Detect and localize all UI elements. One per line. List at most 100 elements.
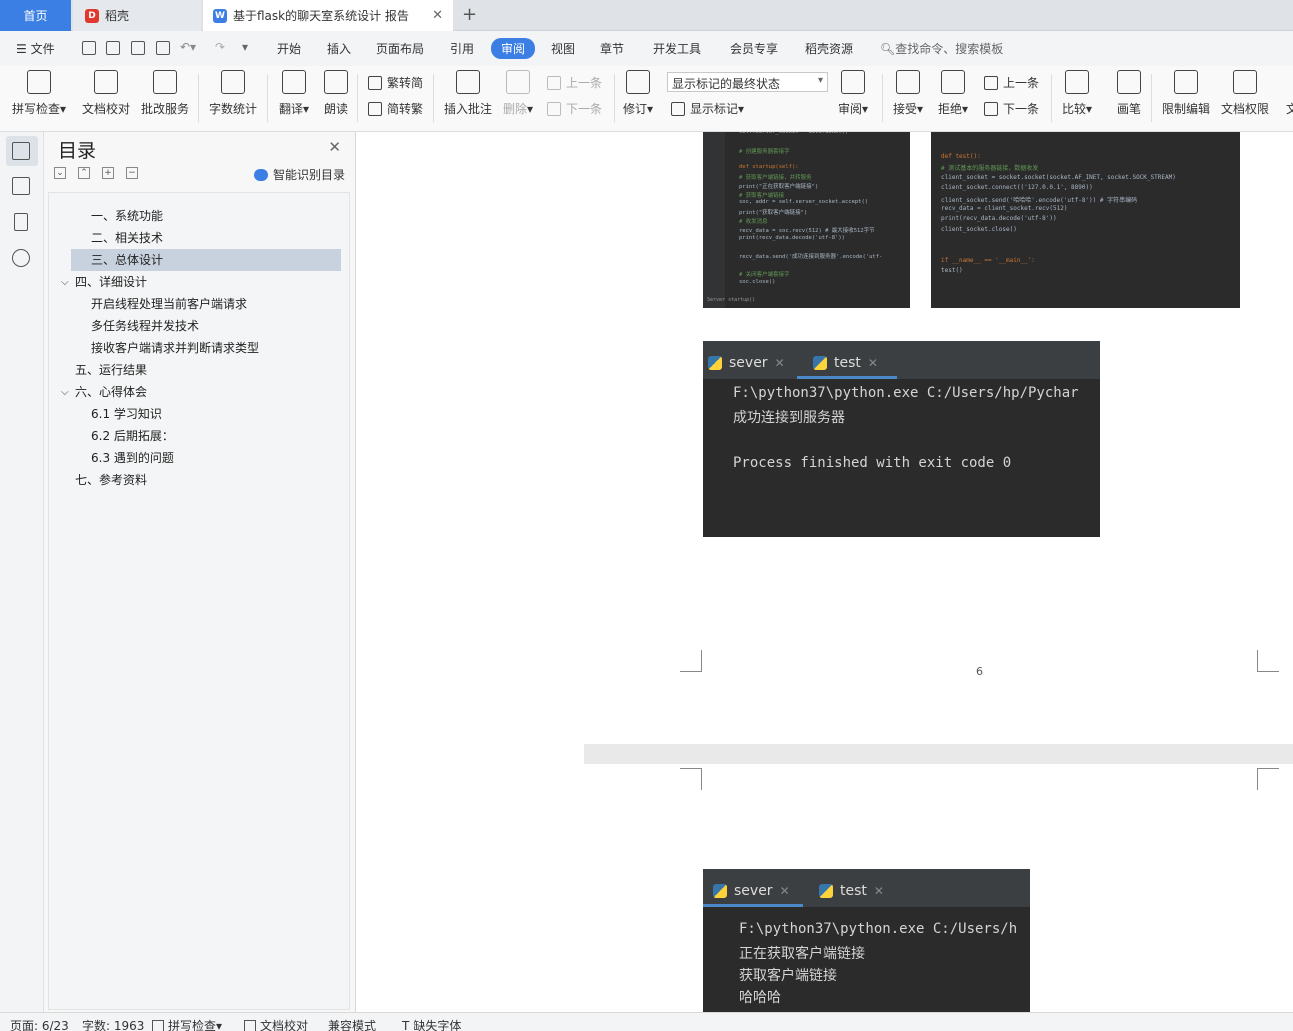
remove-heading-icon[interactable]: − [126, 167, 138, 179]
ribbon-separator [882, 74, 883, 122]
page-6: Server startup() self.server_socket = Se… [584, 132, 1293, 744]
chapter-nav-icon[interactable] [12, 177, 30, 195]
close-icon: ✕ [774, 356, 785, 370]
prev-change-button[interactable]: 上一条 [984, 74, 1039, 91]
menu-section[interactable]: 章节 [600, 40, 624, 57]
translate-button[interactable]: 翻译▾ [279, 70, 309, 117]
trad-to-simp-label: 繁转简 [387, 76, 424, 90]
next-comment-button[interactable]: 下一条 [547, 100, 602, 117]
code-line: soc.close() [739, 278, 776, 285]
review-pane-button[interactable]: 审阅▾ [838, 70, 868, 117]
compare-button[interactable]: 比较▾ [1062, 70, 1092, 117]
close-icon[interactable]: ✕ [328, 138, 341, 156]
print-preview-icon[interactable] [156, 41, 170, 55]
bookmark-icon[interactable] [14, 213, 28, 231]
menu-dev-tools[interactable]: 开发工具 [653, 40, 701, 57]
toc-item-label: 接收客户端请求并判断请求类型 [91, 341, 260, 355]
collapse-all-icon[interactable]: ⌄ [54, 167, 66, 179]
accept-button[interactable]: 接受▾ [893, 70, 923, 117]
toc-item-selected[interactable]: 三、总体设计 [71, 249, 341, 271]
reject-button[interactable]: 拒绝▾ [938, 70, 968, 117]
file-menu[interactable]: ☰ 文件 [16, 40, 55, 57]
export-icon[interactable] [106, 41, 120, 55]
next-change-button[interactable]: 下一条 [984, 100, 1039, 117]
status-spell-check[interactable]: 拼写检查 ▾ [152, 1017, 222, 1031]
tab-daoke[interactable]: D 稻壳 [73, 0, 201, 31]
toc-item[interactable]: 七、参考资料 [75, 469, 147, 491]
code-line: print("正在获取客户端链接") [739, 183, 819, 190]
menu-daoke-resources[interactable]: 稻壳资源 [805, 40, 853, 57]
command-search[interactable]: 🔍︎查找命令、搜索模板 [880, 40, 1003, 57]
compare-icon [1065, 70, 1090, 94]
prev-comment-button[interactable]: 上一条 [547, 74, 602, 91]
page-indicator[interactable]: 页面: 6/23 [10, 1017, 69, 1031]
trad-to-simp-button[interactable]: 繁转简 [368, 74, 423, 91]
read-aloud-button[interactable]: 朗读 [324, 70, 348, 117]
close-tab-icon[interactable]: ✕ [432, 8, 443, 23]
batch-service-button[interactable]: 批改服务 [141, 70, 189, 117]
toc-item[interactable]: 一、系统功能 [71, 205, 341, 227]
undo-icon[interactable]: ↶▾ [180, 40, 196, 54]
status-bar: 页面: 6/23 字数: 1963 拼写检查 ▾ 文档校对 兼容模式 T 缺失字体 [0, 1012, 1293, 1031]
search-icon[interactable] [12, 249, 30, 267]
menu-view[interactable]: 视图 [551, 40, 575, 57]
menu-references[interactable]: 引用 [450, 40, 474, 57]
smart-toc-button[interactable]: 智能识别目录 [253, 166, 345, 183]
doc-permission-button[interactable]: 文档权限 [1221, 70, 1269, 117]
tab-daoke-label: 稻壳 [105, 9, 130, 23]
menu-insert[interactable]: 插入 [327, 40, 351, 57]
tab-document[interactable]: W 基于flask的聊天室系统设计 报告 ✕ [203, 0, 453, 31]
chevron-down-icon[interactable]: ⌵ [61, 277, 69, 288]
simp-to-trad-label: 简转繁 [387, 102, 424, 116]
toc-item[interactable]: 6.2 后期拓展： [91, 425, 174, 447]
chevron-down-icon[interactable]: ⌵ [61, 387, 69, 398]
missing-font-indicator[interactable]: T 缺失字体 [402, 1017, 461, 1031]
customize-quick-access-icon[interactable]: ▾ [242, 40, 248, 54]
toc-item[interactable]: 多任务线程并发技术 [91, 315, 199, 337]
insert-comment-icon [456, 70, 480, 94]
show-markup-button[interactable]: 显示标记 ▾ [671, 100, 744, 117]
toc-item[interactable]: 四、详细设计 [75, 271, 147, 293]
document-canvas[interactable]: Server startup() self.server_socket = Se… [356, 132, 1293, 1012]
save-icon[interactable] [82, 41, 96, 55]
insert-comment-button[interactable]: 插入批注 [444, 70, 492, 117]
tab-home[interactable]: 首页 [0, 0, 71, 31]
menu-page-layout[interactable]: 页面布局 [376, 40, 424, 57]
toc-item-label: 四、详细设计 [75, 275, 148, 289]
track-changes-button[interactable]: 修订▾ [623, 70, 653, 117]
active-tab-underline [703, 904, 803, 907]
toc-icon[interactable] [12, 142, 30, 160]
toc-item[interactable]: 六、心得体会 [75, 381, 147, 403]
toc-item[interactable]: 接收客户端请求并判断请求类型 [91, 337, 259, 359]
markup-state-select[interactable]: 显示标记的最终状态 [667, 72, 828, 92]
word-count-button[interactable]: 字数统计 [209, 70, 257, 117]
toc-item[interactable]: 开启线程处理当前客户端请求 [91, 293, 247, 315]
toc-item-label: 开启线程处理当前客户端请求 [91, 297, 248, 311]
code-line: # 获取客户端链接，并转服务 [739, 175, 812, 181]
more-ribbon-button[interactable]: 文 [1280, 70, 1293, 117]
add-heading-icon[interactable]: + [102, 167, 114, 179]
pen-button[interactable]: 画笔 [1117, 70, 1141, 117]
restrict-edit-button[interactable]: 限制编辑 [1162, 70, 1210, 117]
menu-start[interactable]: 开始 [277, 40, 301, 57]
toc-item[interactable]: 6.1 学习知识 [91, 403, 162, 425]
read-aloud-icon [324, 70, 348, 94]
doc-proof-button[interactable]: 文档校对 [82, 70, 130, 117]
lock-doc-icon [1174, 70, 1198, 94]
word-count-indicator[interactable]: 字数: 1963 [82, 1017, 144, 1031]
status-doc-proof[interactable]: 文档校对 [244, 1017, 308, 1031]
spell-check-button[interactable]: 拼写检查▾ [12, 70, 66, 117]
nav-icon-strip [0, 132, 44, 1012]
new-tab-icon[interactable]: + [462, 4, 477, 25]
expand-up-icon[interactable]: ⌃ [78, 167, 90, 179]
toc-item[interactable]: 五、运行结果 [75, 359, 147, 381]
toc-item[interactable]: 二、相关技术 [71, 227, 341, 249]
simp-to-trad-button[interactable]: 简转繁 [368, 100, 423, 117]
redo-icon[interactable]: ↷ [215, 40, 225, 54]
status-proof-label: 文档校对 [260, 1019, 309, 1031]
print-icon[interactable] [131, 41, 145, 55]
menu-member[interactable]: 会员专享 [730, 40, 778, 57]
delete-comment-button[interactable]: 删除▾ [503, 70, 533, 117]
menu-review[interactable]: 审阅 [491, 38, 536, 59]
toc-item[interactable]: 6.3 遇到的问题 [91, 447, 174, 469]
